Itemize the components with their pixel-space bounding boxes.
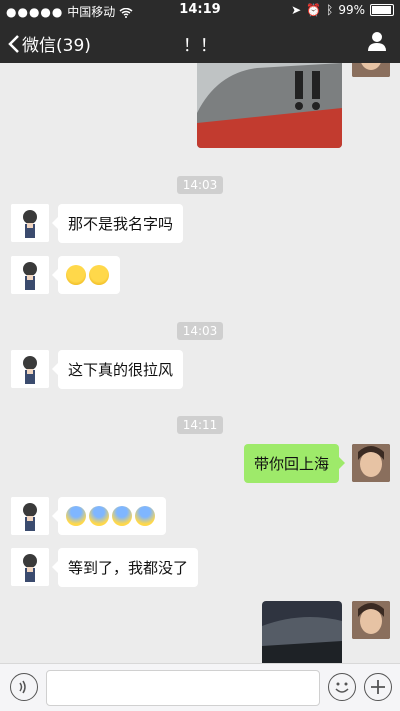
more-button[interactable]	[364, 673, 392, 701]
avatar[interactable]	[11, 350, 49, 388]
scream-emoji	[89, 506, 109, 526]
person-icon[interactable]	[366, 30, 388, 52]
scream-emoji	[66, 506, 86, 526]
avatar[interactable]	[11, 548, 49, 586]
voice-icon	[19, 680, 26, 694]
timestamp-label: 14:03	[176, 322, 224, 340]
status-right: ➤ ⏰ ᛒ 99%	[291, 3, 394, 17]
chat-title: ！！	[183, 36, 217, 56]
avatar[interactable]	[352, 601, 390, 639]
laughing-crying-emoji	[66, 265, 86, 285]
avatar[interactable]	[352, 63, 390, 77]
location-icon: ➤	[291, 3, 302, 17]
timestamp-label: 14:11	[176, 416, 224, 434]
emoji-bubble[interactable]	[52, 497, 166, 535]
avatar[interactable]	[11, 256, 49, 294]
avatar[interactable]	[11, 204, 49, 242]
chat-header: 微信(39) ！！	[0, 20, 400, 63]
scream-emoji	[135, 506, 155, 526]
message-bubble[interactable]: 那不是我名字吗	[51, 204, 184, 243]
laughing-crying-emoji	[89, 265, 109, 285]
avatar[interactable]	[352, 444, 390, 482]
emoji-button[interactable]	[328, 673, 356, 701]
message-text: 那不是我名字吗	[68, 215, 174, 233]
message-text: 带你回上海	[254, 455, 330, 473]
avatar[interactable]	[11, 497, 49, 535]
timestamp-label: 14:03	[176, 176, 224, 194]
photo-message[interactable]	[197, 63, 342, 148]
message-bubble[interactable]: 这下真的很拉风	[51, 350, 184, 389]
battery-icon	[370, 4, 394, 16]
timestamp: 14:11	[0, 414, 400, 434]
message-input[interactable]	[46, 670, 320, 706]
smiley-icon	[335, 682, 349, 693]
message-list[interactable]: 14:03 那不是我名字吗 14:03 这下真的很拉风 14:11 带你回上海 …	[0, 63, 400, 663]
voice-button[interactable]	[10, 673, 38, 701]
message-bubble[interactable]: 等到了，我都没了	[51, 548, 199, 587]
timestamp: 14:03	[0, 174, 400, 194]
bluetooth-icon: ᛒ	[326, 3, 334, 17]
plus-icon	[371, 680, 385, 694]
scream-emoji	[112, 506, 132, 526]
emoji-bubble[interactable]	[52, 256, 120, 294]
alarm-icon: ⏰	[306, 3, 322, 17]
status-bar: ●●●●● 中国移动 14:19 ➤ ⏰ ᛒ 99%	[0, 0, 400, 20]
battery-percent: 99%	[338, 3, 365, 17]
input-bar	[0, 663, 400, 711]
message-bubble[interactable]: 带你回上海	[244, 444, 346, 483]
timestamp: 14:03	[0, 320, 400, 340]
message-text: 等到了，我都没了	[68, 559, 189, 577]
photo-message[interactable]	[262, 601, 342, 663]
message-text: 这下真的很拉风	[68, 361, 174, 379]
